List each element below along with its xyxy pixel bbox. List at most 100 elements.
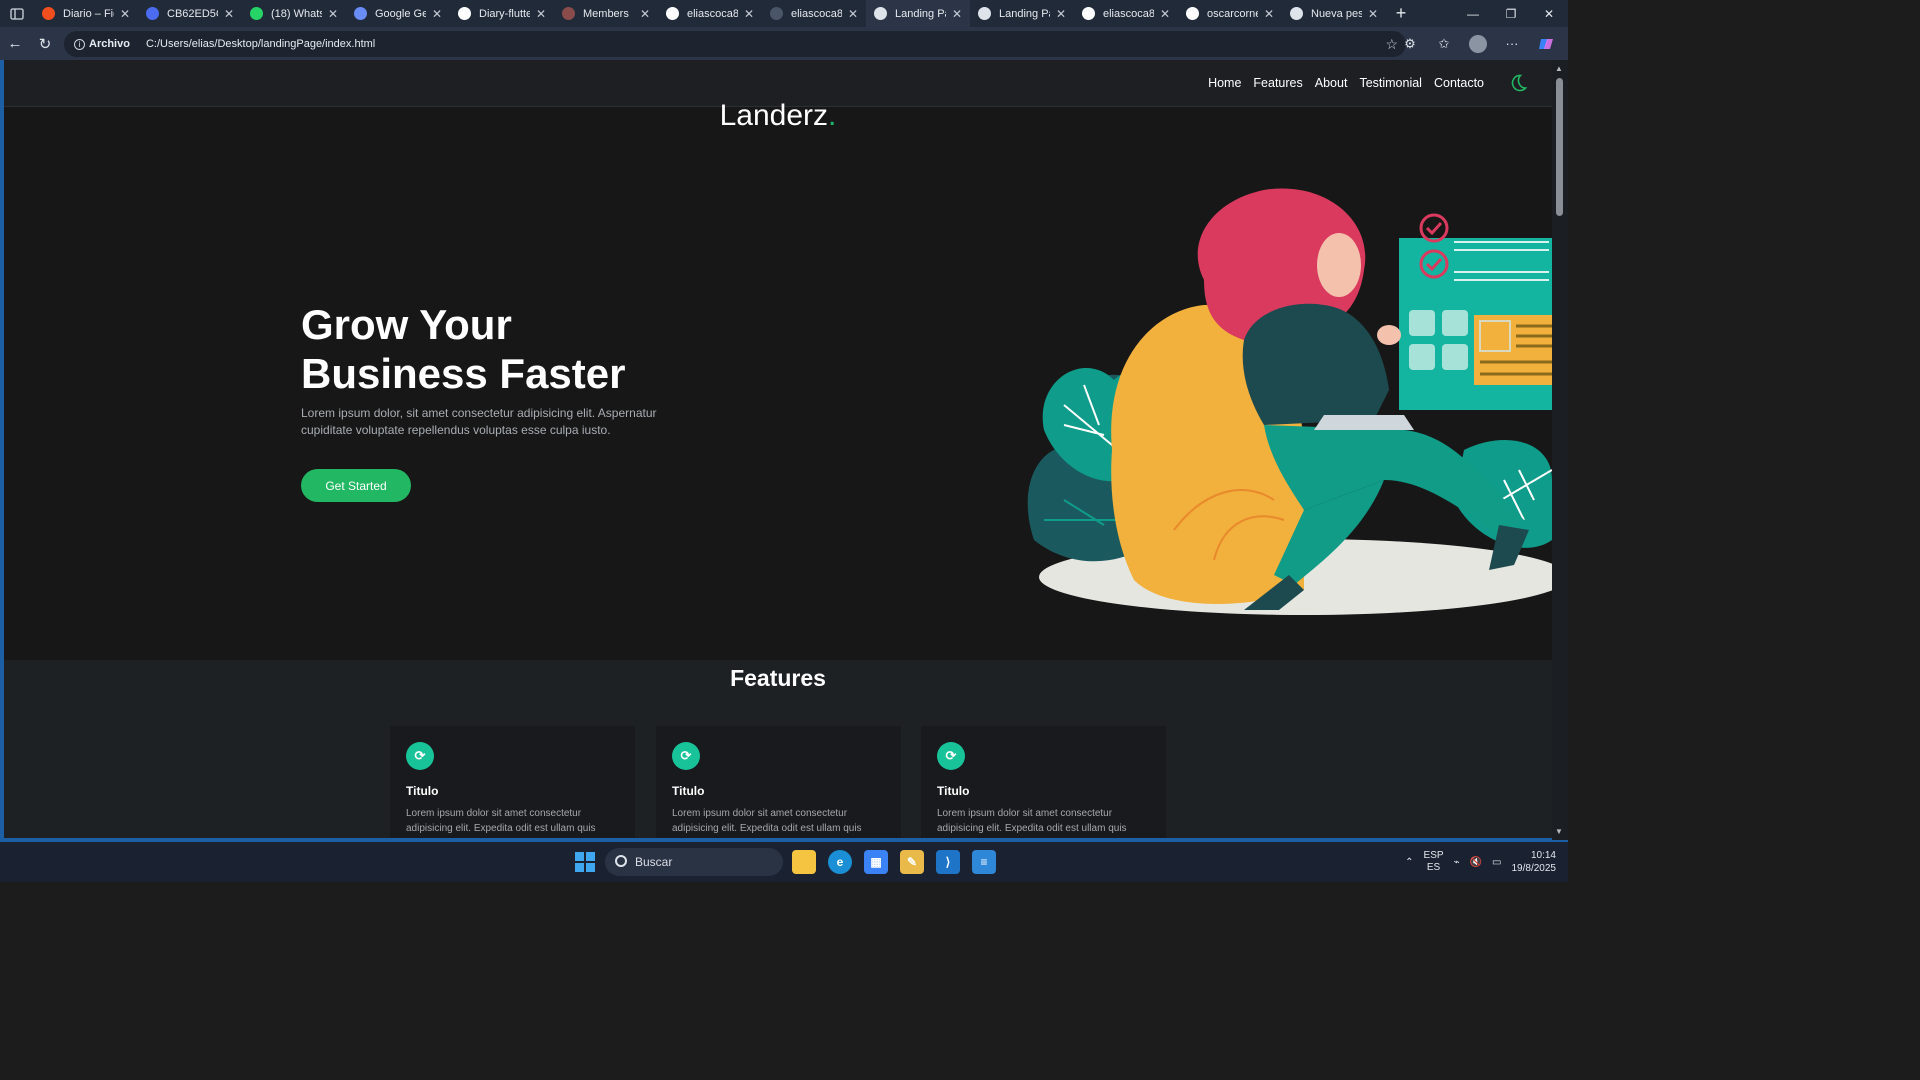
close-tab-icon[interactable]: ✕ — [430, 7, 444, 21]
new-tab-button[interactable]: + — [1386, 3, 1416, 24]
close-tab-icon[interactable]: ✕ — [846, 7, 860, 21]
close-tab-icon[interactable]: ✕ — [1158, 7, 1172, 21]
taskbar-search-input[interactable]: Buscar — [605, 848, 783, 876]
window-border — [0, 60, 4, 842]
scrollbar-thumb[interactable] — [1556, 78, 1563, 216]
edge-browser-icon[interactable]: e — [828, 850, 852, 874]
restore-icon[interactable]: ❐ — [1492, 0, 1530, 27]
close-tab-icon[interactable]: ✕ — [118, 7, 132, 21]
feature-card-title: Titulo — [672, 784, 705, 798]
profile-avatar[interactable] — [1464, 30, 1492, 58]
store-icon[interactable]: ▦ — [864, 850, 888, 874]
url-input[interactable]: i Archivo C:/Users/elias/Desktop/landing… — [64, 31, 1406, 57]
github-icon — [1082, 7, 1095, 20]
sticky-app-icon[interactable]: ✎ — [900, 850, 924, 874]
get-started-button[interactable]: Get Started — [301, 469, 411, 502]
battery-icon[interactable]: ▭ — [1492, 857, 1501, 868]
refresh-icon: ⟳ — [406, 742, 434, 770]
minimize-icon[interactable]: — — [1454, 0, 1492, 27]
refresh-icon[interactable]: ↻ — [30, 27, 60, 60]
close-tab-icon[interactable]: ✕ — [950, 7, 964, 21]
nav-features[interactable]: Features — [1253, 76, 1302, 90]
notepad-icon[interactable]: ≡ — [972, 850, 996, 874]
favorites-icon[interactable]: ✩ — [1430, 30, 1458, 58]
hero-title-line2: Business Faster — [301, 350, 626, 397]
browser-tab[interactable]: eliascoca85/ ✕ — [658, 0, 762, 27]
browser-tab-title: Landing Page — [999, 7, 1050, 20]
whatsapp-icon — [250, 7, 263, 20]
browser-tab-title: Diary-flutter — [479, 7, 530, 20]
search-icon — [615, 855, 627, 867]
clock[interactable]: 10:14 19/8/2025 — [1512, 849, 1557, 875]
close-tab-icon[interactable]: ✕ — [1054, 7, 1068, 21]
browser-tab[interactable]: CB62ED5C5C ✕ — [138, 0, 242, 27]
nav-home[interactable]: Home — [1208, 76, 1241, 90]
close-tab-icon[interactable]: ✕ — [742, 7, 756, 21]
close-tab-icon[interactable]: ✕ — [638, 7, 652, 21]
page-scrollbar[interactable]: ▲ ▼ — [1552, 60, 1568, 840]
close-tab-icon[interactable]: ✕ — [326, 7, 340, 21]
scroll-up-icon[interactable]: ▲ — [1555, 64, 1563, 73]
browser-toolbar: ⚙ ✩ ··· — [1396, 27, 1560, 60]
loading-icon — [770, 7, 783, 20]
address-bar: ← ↻ i Archivo C:/Users/elias/Desktop/lan… — [0, 27, 1568, 60]
feature-card: ⟳ Titulo Lorem ipsum dolor sit amet cons… — [390, 726, 635, 840]
feature-card-text: Lorem ipsum dolor sit amet consectetur a… — [937, 808, 1127, 834]
url-text: C:/Users/elias/Desktop/landingPage/index… — [145, 38, 376, 50]
volume-muted-icon[interactable]: 🔇 — [1470, 857, 1482, 868]
language-code: ESP — [1423, 850, 1444, 861]
feature-card-title: Titulo — [937, 784, 970, 798]
avatar-icon — [562, 7, 575, 20]
feature-card: ⟳ Titulo Lorem ipsum dolor sit amet cons… — [921, 726, 1166, 840]
windows-start-icon[interactable] — [575, 852, 595, 872]
github-icon — [458, 7, 471, 20]
browser-tab[interactable]: (18) WhatsApp ✕ — [242, 0, 346, 27]
close-tab-icon[interactable]: ✕ — [222, 7, 236, 21]
file-explorer-icon[interactable] — [792, 850, 816, 874]
hero-title: Grow Your Business Faster — [301, 300, 761, 398]
browser-tab[interactable]: Landing Page ✕ — [970, 0, 1074, 27]
network-icon[interactable]: ⌁ — [1454, 857, 1460, 868]
dark-mode-toggle-icon[interactable] — [1508, 73, 1528, 93]
extensions-icon[interactable]: ⚙ — [1396, 30, 1424, 58]
language-indicator[interactable]: ESP ES — [1424, 850, 1444, 874]
close-tab-icon[interactable]: ✕ — [1366, 7, 1380, 21]
clock-time: 10:14 — [1530, 850, 1556, 861]
gemini-icon — [354, 7, 367, 20]
page-viewport: Home Features About Testimonial Contacto… — [4, 60, 1552, 840]
browser-tab[interactable]: oscarcornejo ✕ — [1178, 0, 1282, 27]
system-tray: ⌃ ESP ES ⌁ 🔇 ▭ 10:14 19/8/2025 — [1405, 842, 1556, 882]
browser-tab[interactable]: Landing Page ✕ — [866, 0, 970, 27]
close-tab-icon[interactable]: ✕ — [1262, 7, 1276, 21]
brand-logo[interactable]: Landerz. — [4, 98, 1552, 134]
github-icon — [666, 7, 679, 20]
scroll-down-icon[interactable]: ▼ — [1555, 827, 1563, 836]
browser-tab-title: (18) WhatsApp — [271, 7, 322, 20]
window-controls: — ❐ ✕ — [1454, 0, 1568, 27]
close-icon[interactable]: ✕ — [1530, 0, 1568, 27]
vscode-icon[interactable]: ⟩ — [936, 850, 960, 874]
browser-tab-title: Google Gemini — [375, 7, 426, 20]
copilot-icon[interactable] — [1532, 30, 1560, 58]
browser-tab-title: Members — [583, 7, 629, 20]
browser-tab[interactable]: Diario – Figma ✕ — [34, 0, 138, 27]
keyboard-layout: ES — [1426, 862, 1441, 873]
show-hidden-icons-icon[interactable]: ⌃ — [1405, 857, 1413, 868]
info-icon[interactable]: i — [74, 38, 85, 50]
tab-actions-icon[interactable] — [0, 0, 34, 27]
browser-tab[interactable]: eliascoca85/ ✕ — [1074, 0, 1178, 27]
browser-tab[interactable]: Diary-flutter ✕ — [450, 0, 554, 27]
more-menu-icon[interactable]: ··· — [1498, 30, 1526, 58]
newtab-icon — [1290, 7, 1303, 20]
browser-tab[interactable]: eliascoca85/ ✕ — [762, 0, 866, 27]
close-tab-icon[interactable]: ✕ — [534, 7, 548, 21]
nav-contacto[interactable]: Contacto — [1434, 76, 1484, 90]
browser-tab[interactable]: Members ✕ — [554, 0, 658, 27]
nav-about[interactable]: About — [1315, 76, 1348, 90]
browser-tab[interactable]: Nueva pestaña ✕ — [1282, 0, 1386, 27]
browser-tab-title: eliascoca85/ — [791, 7, 842, 20]
back-icon[interactable]: ← — [0, 27, 30, 60]
windows-taskbar: Buscar e ▦ ✎ ⟩ ≡ ⌃ ESP ES ⌁ 🔇 ▭ 10:14 19… — [0, 842, 1568, 882]
browser-tab[interactable]: Google Gemini ✕ — [346, 0, 450, 27]
nav-testimonial[interactable]: Testimonial — [1359, 76, 1422, 90]
